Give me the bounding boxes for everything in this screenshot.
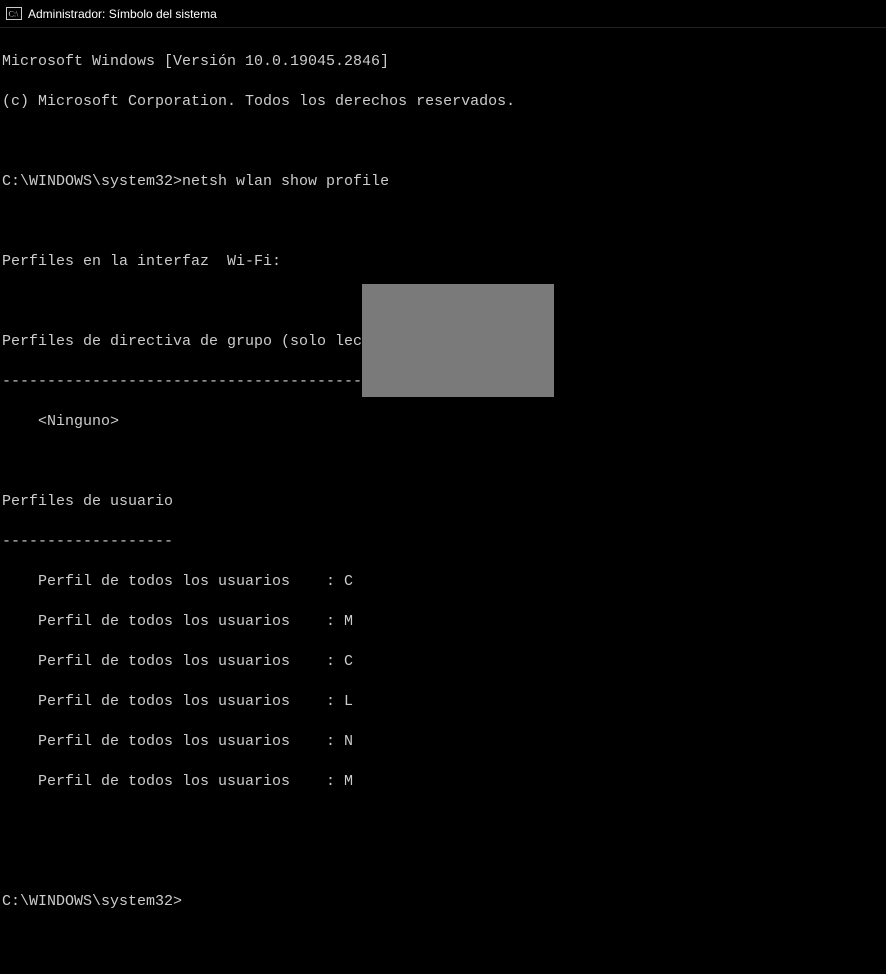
blank-line (2, 852, 884, 872)
version-line: Microsoft Windows [Versión 10.0.19045.28… (2, 52, 884, 72)
terminal-body[interactable]: Microsoft Windows [Versión 10.0.19045.28… (0, 28, 886, 974)
blank-line (2, 812, 884, 832)
svg-text:C:\: C:\ (9, 9, 20, 18)
titlebar[interactable]: C:\ Administrador: Símbolo del sistema (0, 0, 886, 28)
prompt-path: C:\WINDOWS\system32> (2, 893, 182, 910)
prompt-path: C:\WINDOWS\system32> (2, 173, 182, 190)
group-policy-empty: <Ninguno> (2, 412, 884, 432)
profile-row: Perfil de todos los usuarios : M (2, 612, 884, 632)
blank-line (2, 452, 884, 472)
blank-line (2, 132, 884, 152)
copyright-line: (c) Microsoft Corporation. Todos los der… (2, 92, 884, 112)
prompt-with-command: C:\WINDOWS\system32>netsh wlan show prof… (2, 172, 884, 192)
cmd-icon: C:\ (6, 6, 22, 22)
profile-row: Perfil de todos los usuarios : C (2, 572, 884, 592)
dash-line: ------------------- (2, 532, 884, 552)
redaction-block (362, 284, 554, 397)
blank-line (2, 212, 884, 232)
command-text: netsh wlan show profile (182, 173, 389, 190)
profile-row: Perfil de todos los usuarios : L (2, 692, 884, 712)
window-title: Administrador: Símbolo del sistema (28, 7, 217, 21)
user-profiles-header: Perfiles de usuario (2, 492, 884, 512)
profile-row: Perfil de todos los usuarios : N (2, 732, 884, 752)
prompt-idle[interactable]: C:\WINDOWS\system32> (2, 892, 884, 912)
profile-row: Perfil de todos los usuarios : M (2, 772, 884, 792)
interface-header: Perfiles en la interfaz Wi-Fi: (2, 252, 884, 272)
profile-row: Perfil de todos los usuarios : C (2, 652, 884, 672)
